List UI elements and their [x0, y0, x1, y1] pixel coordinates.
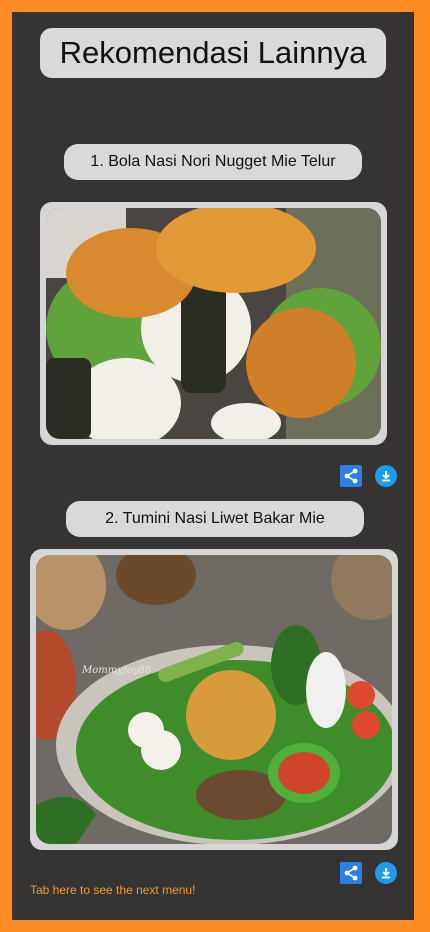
action-icons-2	[340, 862, 397, 884]
image-watermark: MommyJoy88	[81, 665, 151, 676]
share-icon[interactable]	[340, 465, 362, 487]
food-photo-rice-balls	[46, 208, 381, 439]
download-icon[interactable]	[375, 862, 397, 884]
food-photo-nasi-liwet: MommyJoy88	[36, 555, 392, 844]
share-icon[interactable]	[340, 862, 362, 884]
action-icons-1	[340, 465, 397, 487]
next-menu-link[interactable]: Tab here to see the next menu!	[30, 883, 195, 897]
app-screen: Rekomendasi Lainnya 1. Bola Nasi Nori Nu…	[12, 12, 414, 920]
menu-title-2: 2. Tumini Nasi Liwet Bakar Mie	[66, 501, 364, 537]
menu-image-2[interactable]: MommyJoy88	[30, 549, 398, 850]
download-icon[interactable]	[375, 465, 397, 487]
menu-title-1: 1. Bola Nasi Nori Nugget Mie Telur	[64, 144, 362, 180]
page-title: Rekomendasi Lainnya	[40, 28, 386, 78]
menu-image-1[interactable]	[40, 202, 387, 445]
